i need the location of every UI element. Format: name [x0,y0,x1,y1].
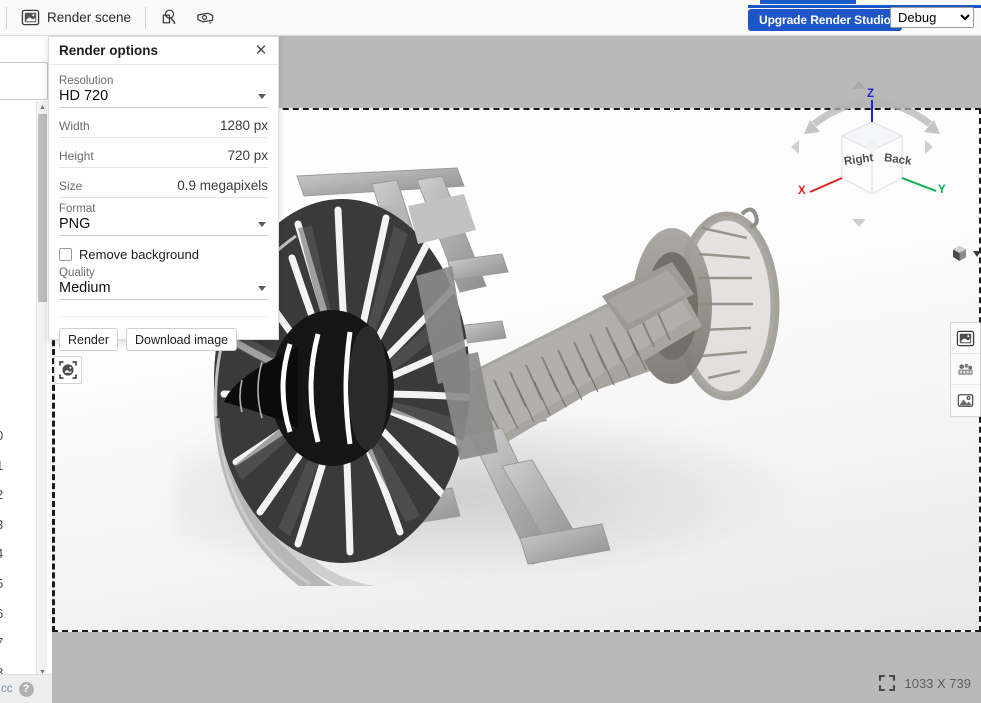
footer-cc-label: cc [1,683,13,695]
render-button[interactable]: Render [59,328,118,351]
render-image-icon [21,8,40,27]
toolbar-divider-left [6,6,7,29]
format-label: Format [59,203,96,215]
line-number-gutter: 0 1 2 3 4 5 6 7 8 9 [0,421,34,703]
render-options-title: Render options [59,43,159,58]
resolution-value: HD 720 [59,88,109,104]
viewport-tool-rail [950,322,981,417]
viewcube-arrow-down[interactable] [850,216,868,230]
scene-objects-icon [958,363,973,375]
line-number: 1 [0,451,34,481]
appearance-button[interactable] [152,4,187,32]
left-panel-inner-field[interactable] [0,62,48,100]
quality-value: Medium [59,280,111,296]
format-select[interactable]: PNG [59,216,268,236]
line-number: 7 [0,628,34,658]
status-dimensions: 1033 X 739 [878,674,971,692]
camera-snapshot-button[interactable] [187,4,222,32]
line-number: 2 [0,480,34,510]
width-label: Width [59,119,90,133]
upgrade-banner-strip-top [760,0,856,4]
scrollbar-thumb[interactable] [38,114,47,302]
left-panel-footer: cc ? [0,674,52,703]
top-toolbar: Render scene Upgrade Render Studio Debug [0,0,981,36]
chevron-down-icon[interactable] [973,250,981,257]
scroll-up-icon[interactable]: ▲ [37,101,48,113]
render-options-body: Resolution HD 720 Width 1280 px Height 7… [49,65,278,351]
dimensions-label: 1033 X 739 [904,675,971,691]
remove-background-label: Remove background [79,247,199,262]
height-row[interactable]: Height 720 px [59,143,268,168]
left-editor-panel: 0 1 2 3 4 5 6 7 8 9 ▲ ▼ cc ? [0,36,52,703]
resolution-label: Resolution [59,75,114,87]
toolbar-divider-mid [145,6,147,29]
app-root: Render scene Upgrade Render Studio Debug… [0,0,981,703]
remove-background-checkbox[interactable] [59,248,72,261]
render-region-button[interactable] [54,356,82,384]
viewcube-arrow-up[interactable] [850,78,868,92]
size-value: 0.9 megapixels [177,178,268,193]
height-value: 720 px [227,148,268,163]
height-label: Height [59,149,94,163]
render-region-icon [59,361,77,379]
download-image-button[interactable]: Download image [126,328,238,351]
chevron-down-icon [258,285,266,291]
line-number: 5 [0,569,34,599]
mode-select[interactable]: Debug [890,7,974,28]
line-number: 0 [0,421,34,451]
format-value: PNG [59,216,91,232]
viewcube-axis-y: Y [938,184,946,196]
line-number: 6 [0,599,34,629]
render-scene-label: Render scene [47,10,132,25]
view-style-dropdown[interactable] [950,244,981,263]
line-number: 4 [0,539,34,569]
upgrade-render-studio-button[interactable]: Upgrade Render Studio [748,9,902,31]
size-row: Size 0.9 megapixels [59,173,268,198]
resolution-select[interactable]: HD 720 [59,88,268,108]
viewcube-axis-x: X [798,185,806,197]
picture-icon [957,394,974,407]
appearance-paint-icon [160,8,179,27]
camera-snapshot-icon [195,8,214,27]
model-ground-shadow [175,410,795,580]
remove-background-checkbox-row[interactable]: Remove background [59,247,268,262]
render-scene-button[interactable]: Render scene [13,4,139,32]
render-options-panel: Render options ✕ Resolution HD 720 Width… [48,36,279,351]
scene-settings-tool[interactable] [951,354,980,385]
quality-label: Quality [59,267,95,279]
viewcube-axis-z: Z [867,88,875,100]
render-image-icon [956,330,975,346]
left-panel-scrollbar[interactable]: ▲ ▼ [36,101,47,678]
image-export-tool[interactable] [951,385,980,416]
render-actions: Render Download image [59,316,268,351]
chevron-down-icon [258,221,266,227]
render-preview-tool[interactable] [951,323,980,354]
quality-select[interactable]: Medium [59,280,268,300]
width-row[interactable]: Width 1280 px [59,113,268,138]
viewcube-arrow-right[interactable] [922,138,936,156]
chevron-down-icon [258,93,266,99]
resize-frame-icon[interactable] [878,674,896,692]
render-options-header: Render options ✕ [49,37,278,65]
close-icon[interactable]: ✕ [252,42,270,60]
view-cube-icon [953,246,966,261]
line-number: 3 [0,510,34,540]
help-icon[interactable]: ? [18,681,34,697]
size-label: Size [59,179,83,193]
viewcube-arrow-left[interactable] [788,138,802,156]
width-value: 1280 px [219,118,268,133]
